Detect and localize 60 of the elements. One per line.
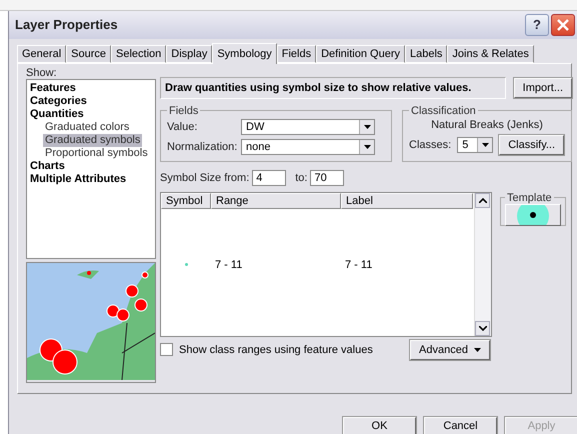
value-dropdown[interactable]: DW bbox=[241, 118, 375, 135]
size-from-label: Symbol Size from: bbox=[160, 172, 250, 184]
list-item[interactable]: Proportional symbols bbox=[43, 146, 150, 160]
show-label: Show: bbox=[26, 66, 58, 79]
classes-label: Classes: bbox=[409, 138, 452, 151]
window-title: Layer Properties bbox=[15, 17, 118, 32]
tab[interactable]: General bbox=[17, 44, 66, 63]
list-item[interactable]: Graduated colors bbox=[43, 120, 132, 134]
close-icon bbox=[557, 18, 569, 31]
scroll-up-icon bbox=[478, 198, 486, 203]
tab[interactable]: Display bbox=[166, 44, 212, 63]
dropdown-arrow-icon bbox=[474, 348, 481, 352]
field-label: Value: bbox=[167, 120, 198, 133]
table-cell-text: 7 - 11 bbox=[214, 258, 244, 271]
tab[interactable]: Labels bbox=[404, 44, 448, 63]
list-item[interactable]: Features bbox=[29, 82, 77, 95]
classes-dropdown[interactable]: 5 bbox=[457, 136, 494, 153]
advanced-button[interactable]: Advanced bbox=[410, 340, 490, 360]
table-cell-text: 7 - 11 bbox=[344, 258, 374, 271]
classify-button[interactable]: Classify... bbox=[499, 134, 564, 155]
group-title: Fields bbox=[168, 104, 200, 117]
list-item[interactable]: Categories bbox=[29, 94, 88, 108]
list-item[interactable]: Multiple Attributes bbox=[29, 172, 128, 186]
tab[interactable]: Definition Query bbox=[316, 44, 405, 63]
size-to-label: to: bbox=[295, 172, 308, 184]
size-from-field[interactable]: 4 bbox=[252, 170, 286, 186]
column-header[interactable]: Label bbox=[341, 192, 473, 209]
tab[interactable]: Symbology bbox=[212, 42, 277, 64]
dropdown-arrow-icon bbox=[364, 144, 370, 149]
tab[interactable]: Fields bbox=[276, 44, 316, 63]
template-button[interactable] bbox=[505, 204, 561, 226]
dropdown-arrow-icon bbox=[364, 124, 370, 129]
column-header[interactable]: Symbol bbox=[161, 192, 211, 209]
checkbox[interactable] bbox=[160, 343, 173, 356]
field-label: Normalization: bbox=[167, 140, 238, 153]
group-title: Template bbox=[506, 192, 553, 204]
list-item[interactable]: Quantities bbox=[29, 108, 85, 121]
symbol-dot-icon bbox=[184, 263, 188, 266]
list-item[interactable]: Graduated symbols bbox=[43, 134, 142, 147]
normalization-dropdown[interactable]: none bbox=[241, 138, 375, 155]
list-item[interactable]: Charts bbox=[29, 160, 66, 173]
column-header[interactable]: Range bbox=[211, 192, 341, 209]
close-button[interactable] bbox=[551, 14, 575, 36]
scrollbar[interactable] bbox=[474, 192, 491, 336]
import-button[interactable]: Import... bbox=[514, 78, 572, 98]
class-ranges-checkbox[interactable]: Show class ranges using feature values bbox=[160, 343, 373, 356]
size-to-field[interactable]: 70 bbox=[310, 170, 344, 186]
tab[interactable]: Source bbox=[66, 44, 111, 63]
dropdown-arrow-icon bbox=[482, 142, 489, 147]
description-text: Draw quantities using symbol size to show relative values. bbox=[160, 76, 506, 99]
classification-method: Natural Breaks (Jenks) bbox=[430, 118, 544, 131]
tab[interactable]: Joins & Relates bbox=[447, 44, 534, 63]
help-button[interactable]: ? bbox=[525, 14, 549, 36]
group-title: Classification bbox=[410, 104, 477, 117]
scroll-down-icon bbox=[478, 326, 486, 331]
dialog-button[interactable]: OK bbox=[343, 417, 416, 434]
tab[interactable]: Selection bbox=[111, 44, 166, 63]
symbol-template-icon bbox=[516, 204, 550, 225]
dialog-button[interactable]: Cancel bbox=[424, 417, 497, 434]
checkbox-label: Show class ranges using feature values bbox=[179, 344, 373, 356]
